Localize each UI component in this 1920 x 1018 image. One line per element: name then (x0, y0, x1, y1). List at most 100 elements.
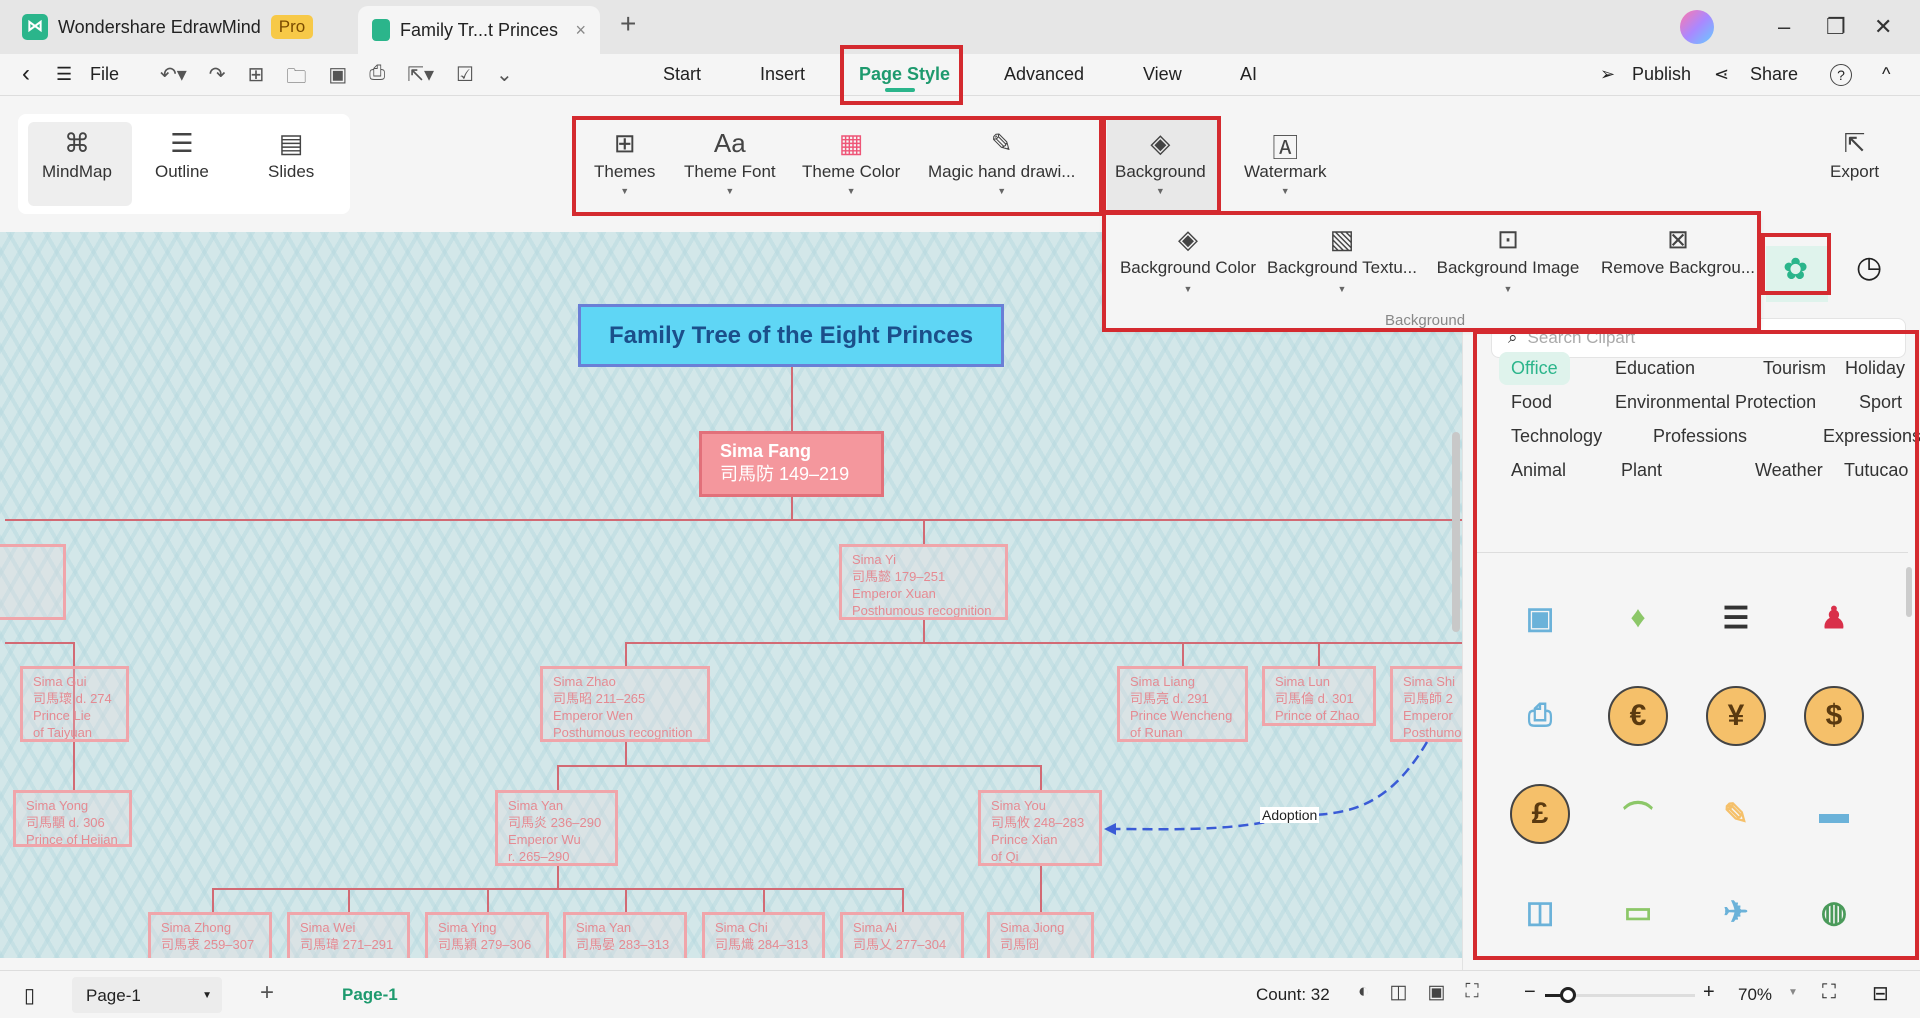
avatar[interactable] (1680, 10, 1714, 44)
magic-hand-drawing-button[interactable]: ✎ Magic hand drawi... ▼ (928, 128, 1075, 196)
airplane-clipart-icon[interactable]: ✈ (1706, 882, 1766, 942)
mouse-mode-icon[interactable]: ◐ (1358, 981, 1369, 1004)
category-weather[interactable]: Weather (1755, 460, 1823, 481)
share-button[interactable]: Share (1750, 64, 1798, 85)
add-page-button[interactable]: + (260, 979, 274, 1007)
tab-start[interactable]: Start (663, 64, 701, 85)
mindmap-icon: ⌘ (63, 128, 90, 158)
themes-button[interactable]: ⊞ Themes ▼ (594, 128, 655, 196)
close-window-button[interactable]: ✕ (1874, 14, 1892, 40)
background-color-button[interactable]: ◈ Background Color ▼ (1113, 224, 1263, 294)
undo-icon[interactable]: ↶▾ (160, 62, 187, 96)
watermark-button[interactable]: 🄰 Watermark ▼ (1244, 128, 1327, 196)
app-tab[interactable]: ⋈ Wondershare EdrawMind Pro (22, 12, 314, 42)
publish-icon[interactable]: ➢ (1600, 64, 1615, 85)
background-button[interactable]: ◈ Background ▼ (1115, 128, 1206, 196)
tab-insert[interactable]: Insert (760, 64, 805, 85)
zoom-level[interactable]: 70% (1738, 985, 1772, 1005)
stamp-clipart-icon[interactable]: ♟ (1804, 588, 1864, 648)
open-folder-icon[interactable]: 🗀 (286, 62, 306, 96)
page-tab[interactable]: Page-1 (342, 985, 398, 1005)
sidebar-toggle-icon[interactable]: ▯ (24, 983, 35, 1008)
category-tutucao[interactable]: Tutucao (1844, 460, 1908, 481)
category-technology[interactable]: Technology (1511, 426, 1602, 447)
category-environmental-protection[interactable]: Environmental Protection (1615, 392, 1816, 413)
task-icon[interactable]: ☑ (456, 62, 474, 96)
zoom-in-button[interactable]: + (1703, 981, 1715, 1004)
panel-toggle-icon[interactable]: ⊟ (1872, 981, 1889, 1006)
history-clock-icon[interactable]: ◷ (1856, 250, 1882, 285)
new-tab-button[interactable]: + (620, 8, 636, 40)
category-professions[interactable]: Professions (1653, 426, 1747, 447)
save-icon[interactable]: ▣ (328, 62, 347, 96)
fit-page-icon[interactable]: ▣ (1427, 981, 1445, 1004)
more-icon[interactable]: ⌄ (496, 62, 513, 96)
id-badge-clipart-icon[interactable]: ▣ (1510, 588, 1570, 648)
publish-button[interactable]: Publish (1632, 64, 1691, 85)
share-icon[interactable]: ⋖ (1714, 64, 1729, 85)
resume-clipart-icon[interactable]: ☰ (1706, 588, 1766, 648)
printer-clipart-icon[interactable]: ⎙ (1510, 686, 1570, 746)
pro-badge[interactable]: Pro (270, 15, 314, 39)
zoom-slider-handle[interactable] (1560, 987, 1577, 1003)
pound-bag-clipart-icon[interactable]: £ (1510, 784, 1570, 844)
mindmap-canvas[interactable]: Family Tree of the Eight Princes Sima Fa… (0, 232, 1462, 958)
fullscreen-icon[interactable]: ⛶ (1822, 981, 1836, 1004)
category-food[interactable]: Food (1511, 392, 1552, 413)
background-image-button[interactable]: ⊡ Background Image ▼ (1433, 224, 1583, 294)
chevron-down-icon[interactable]: ▼ (1788, 987, 1798, 998)
print-icon[interactable]: ⎙ (369, 62, 385, 96)
background-texture-button[interactable]: ▧ Background Textu... ▼ (1267, 224, 1417, 294)
view-slides[interactable]: ▤ Slides (268, 128, 314, 182)
category-sport[interactable]: Sport (1859, 392, 1902, 413)
redo-icon[interactable]: ↷ (209, 62, 226, 96)
document-tab[interactable]: Family Tr...t Princes × (358, 6, 600, 54)
adoption-label[interactable]: Adoption (1260, 807, 1320, 823)
export-button[interactable]: ⇱ Export (1830, 128, 1879, 182)
category-tourism[interactable]: Tourism (1763, 358, 1826, 379)
minimize-button[interactable]: – (1778, 14, 1790, 40)
dollar-bag-clipart-icon[interactable]: $ (1804, 686, 1864, 746)
tab-advanced[interactable]: Advanced (1004, 64, 1084, 85)
panel-scrollbar[interactable] (1906, 567, 1912, 617)
hamburger-icon[interactable]: ☰ (56, 64, 72, 85)
euro-coin-clipart-icon[interactable]: € (1608, 686, 1668, 746)
binder-clip-clipart-icon[interactable]: ◫ (1510, 882, 1570, 942)
category-office[interactable]: Office (1499, 352, 1570, 385)
view-outline[interactable]: ☰ Outline (155, 128, 209, 182)
theme-color-label: Theme Color (802, 162, 901, 181)
category-holiday[interactable]: Holiday (1845, 358, 1905, 379)
file-menu[interactable]: File (90, 64, 119, 85)
pencil-clipart-icon[interactable]: ✎ (1706, 784, 1766, 844)
fit-screen-icon[interactable]: ⛶ (1465, 981, 1478, 1004)
zoom-out-button[interactable]: − (1524, 981, 1536, 1004)
yen-coin-clipart-icon[interactable]: ¥ (1706, 686, 1766, 746)
tab-ai[interactable]: AI (1240, 64, 1257, 85)
taxi-clipart-icon[interactable]: ▭ (1608, 882, 1668, 942)
category-animal[interactable]: Animal (1511, 460, 1566, 481)
back-button[interactable]: ‹ (22, 60, 30, 88)
new-icon[interactable]: ⊞ (248, 62, 265, 96)
tab-view[interactable]: View (1143, 64, 1182, 85)
collapse-ribbon-button[interactable]: ^ (1882, 64, 1890, 85)
restore-button[interactable]: ❐ (1826, 14, 1846, 40)
vertical-scrollbar[interactable] (1452, 432, 1460, 632)
category-expressions[interactable]: Expressions (1823, 426, 1920, 447)
view-mindmap[interactable]: ⌘ MindMap (42, 128, 112, 182)
close-tab-icon[interactable]: × (575, 20, 586, 41)
theme-font-button[interactable]: Aa Theme Font ▼ (684, 128, 776, 196)
category-plant[interactable]: Plant (1621, 460, 1662, 481)
desk-lamp-clipart-icon[interactable]: ⌒ (1608, 784, 1668, 844)
book-view-icon[interactable]: ◫ (1389, 981, 1407, 1004)
glue-clipart-icon[interactable]: ♦ (1608, 588, 1668, 648)
page-select[interactable]: Page-1 ▼ (72, 977, 222, 1013)
category-education[interactable]: Education (1615, 358, 1695, 379)
export-file-icon[interactable]: ⇱▾ (407, 62, 434, 96)
stapler-clipart-icon[interactable]: ▬ (1804, 784, 1864, 844)
tab-page-style[interactable]: Page Style (859, 64, 950, 85)
remove-background-button[interactable]: ⊠ Remove Backgrou... (1597, 224, 1759, 278)
globe-clipart-icon[interactable]: ◍ (1804, 882, 1864, 942)
theme-color-button[interactable]: ▦ Theme Color ▼ (802, 128, 900, 196)
zoom-slider[interactable] (1545, 987, 1695, 1003)
help-button[interactable]: ? (1830, 64, 1852, 86)
